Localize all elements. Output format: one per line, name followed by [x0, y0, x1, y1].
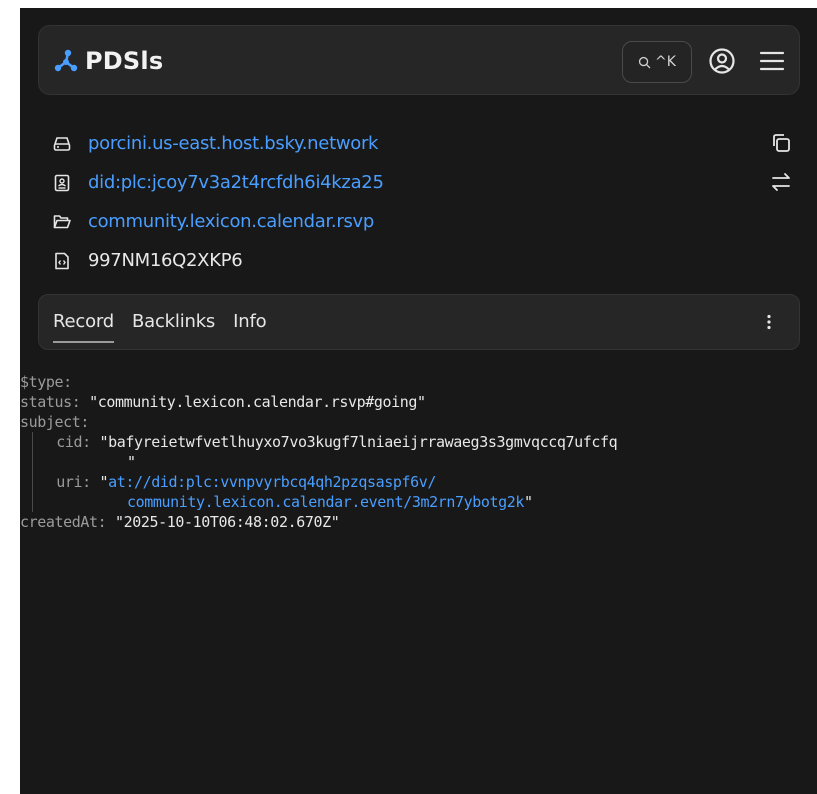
- did-link[interactable]: did:plc:jcoy7v3a2t4rcfdh6i4kza25: [88, 172, 384, 193]
- arrows-swap-icon[interactable]: [770, 171, 792, 193]
- cid-line: cid: "bafyreietwfvetlhuyxo7vo3kugf7lniae…: [39, 432, 817, 452]
- json-key: subject:: [20, 413, 90, 431]
- rkey-row: 997NM16Q2XKP6: [52, 241, 792, 280]
- top-bar: PDSls ^K: [38, 25, 800, 95]
- hamburger-menu-icon[interactable]: [759, 48, 785, 74]
- record-json: $type: status: "community.lexicon.calend…: [20, 372, 817, 532]
- json-string: ": [127, 453, 136, 471]
- app-title: PDSls: [85, 47, 164, 75]
- json-key: status:: [20, 393, 81, 411]
- subject-object: cid: "bafyreietwfvetlhuyxo7vo3kugf7lniae…: [32, 432, 817, 512]
- search-icon: [638, 56, 651, 68]
- file-code-icon: [55, 252, 69, 269]
- collection-row: community.lexicon.calendar.rsvp: [52, 202, 792, 241]
- uri-line: uri: "at://did:plc:vvnpvyrbcq4qh2pzqsasp…: [39, 472, 817, 492]
- created-line: createdAt: "2025-10-10T06:48:02.670Z": [20, 512, 817, 532]
- tab-info[interactable]: Info: [233, 311, 266, 334]
- json-quote: ": [524, 493, 533, 511]
- cid-line-cont: ": [39, 452, 817, 472]
- subject-line: subject:: [20, 412, 817, 432]
- record-key: 997NM16Q2XKP6: [88, 250, 243, 271]
- json-string: "bafyreietwfvetlhuyxo7vo3kugf7lniaeijrra…: [99, 433, 618, 451]
- status-line: status: "community.lexicon.calendar.rsvp…: [20, 392, 817, 412]
- uri-link-cont[interactable]: community.lexicon.calendar.event/3m2rn7y…: [127, 493, 524, 511]
- folder-open-icon: [53, 214, 71, 228]
- hard-drive-icon: [53, 136, 71, 151]
- tab-record[interactable]: Record: [53, 311, 114, 343]
- json-key: uri:: [56, 473, 91, 491]
- tab-backlinks[interactable]: Backlinks: [132, 311, 215, 334]
- json-key: $type:: [20, 373, 72, 391]
- json-string: "2025-10-10T06:48:02.670Z": [114, 513, 340, 531]
- copy-icon[interactable]: [770, 132, 792, 154]
- json-string: "community.lexicon.calendar.rsvp#going": [89, 393, 426, 411]
- uri-link[interactable]: at://did:plc:vvnpvyrbcq4qh2pzqsaspf6v/: [108, 473, 436, 491]
- pdsls-logo-icon: [54, 49, 78, 72]
- account-circle-icon[interactable]: [707, 46, 737, 76]
- search-shortcut: ^K: [655, 54, 676, 70]
- id-badge-icon: [54, 174, 70, 191]
- record-tabs: Record Backlinks Info: [38, 294, 800, 350]
- collection-link[interactable]: community.lexicon.calendar.rsvp: [88, 211, 374, 232]
- host-link[interactable]: porcini.us-east.host.bsky.network: [88, 133, 378, 154]
- record-path: porcini.us-east.host.bsky.network did:pl…: [52, 124, 792, 280]
- json-quote: ": [99, 473, 109, 491]
- app-window: PDSls ^K porcini.us-east.host.bsky.netwo…: [20, 8, 817, 794]
- json-key: createdAt:: [20, 513, 107, 531]
- json-key: cid:: [56, 433, 91, 451]
- did-row: did:plc:jcoy7v3a2t4rcfdh6i4kza25: [52, 163, 792, 202]
- more-vertical-icon[interactable]: [759, 312, 779, 332]
- search-button[interactable]: ^K: [622, 41, 692, 83]
- uri-line-cont: community.lexicon.calendar.event/3m2rn7y…: [39, 492, 817, 512]
- brand[interactable]: PDSls: [53, 43, 163, 79]
- host-row: porcini.us-east.host.bsky.network: [52, 124, 792, 163]
- type-line: $type:: [20, 372, 817, 392]
